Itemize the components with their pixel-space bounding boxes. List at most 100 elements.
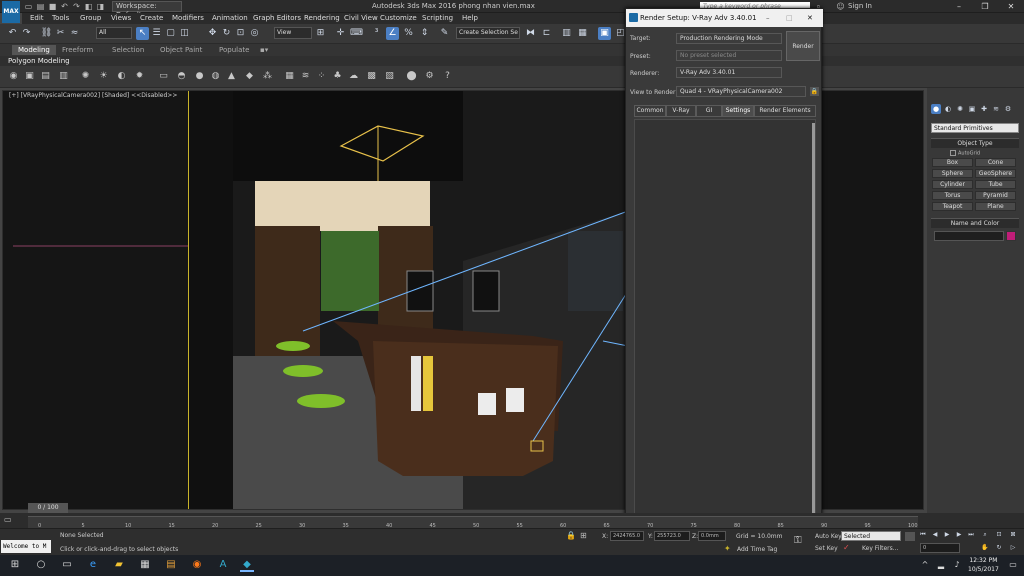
edit-named-selection-icon[interactable]: ✎ (438, 27, 451, 40)
go-to-end-icon[interactable]: ⏭ (966, 530, 976, 540)
absolute-mode-icon[interactable]: ⊞ (580, 531, 587, 540)
undo-icon[interactable]: ↶ (60, 2, 69, 11)
help-icon[interactable]: ? (442, 71, 453, 82)
space-warps-icon[interactable]: ≋ (991, 104, 1001, 114)
systems-icon[interactable]: ⚙ (1003, 104, 1013, 114)
y-coord-field[interactable]: 255723.0 (654, 531, 690, 541)
menu-group[interactable]: Group (80, 14, 101, 22)
fog-icon[interactable]: ☁ (348, 71, 359, 82)
object-type-header[interactable]: Object Type (931, 138, 1019, 148)
hold-icon[interactable]: ◧ (84, 2, 93, 11)
cameras-icon[interactable]: ▣ (967, 104, 977, 114)
close-icon[interactable]: ✕ (1002, 1, 1020, 12)
rectangular-selection-icon[interactable]: ▢ (164, 27, 177, 40)
dome-icon[interactable]: ◓ (176, 71, 187, 82)
cylinder-button[interactable]: Cylinder (932, 180, 973, 189)
named-selection-sets-dropdown[interactable]: Create Selection Se (456, 27, 520, 39)
plane-icon[interactable]: ▭ (158, 71, 169, 82)
tab-vray[interactable]: V-Ray (666, 105, 696, 117)
next-frame-icon[interactable]: ▶ (954, 530, 964, 540)
menu-views[interactable]: Views (111, 14, 131, 22)
menu-modifiers[interactable]: Modifiers (172, 14, 204, 22)
tab-freeform[interactable]: Freeform (62, 46, 93, 54)
task-view-icon[interactable]: ▭ (60, 558, 74, 572)
select-rotate-icon[interactable]: ↻ (220, 27, 233, 40)
align-icon[interactable]: ⊏ (540, 27, 553, 40)
app-icon[interactable]: A (216, 558, 230, 572)
grid-icon[interactable]: ▦ (284, 71, 295, 82)
settings-icon[interactable]: ⚙ (424, 71, 435, 82)
windows-start-icon[interactable]: ⊞ (8, 558, 22, 572)
tree-icon[interactable]: ♣ (332, 71, 343, 82)
displacement-icon[interactable]: ≋ (300, 71, 311, 82)
spinner-snap-icon[interactable]: ⇕ (418, 27, 431, 40)
file-explorer-icon[interactable]: ▰ (112, 558, 126, 572)
sphere-light-icon[interactable]: ● (194, 71, 205, 82)
menu-scripting[interactable]: Scripting (422, 14, 453, 22)
menu-customize[interactable]: Customize (380, 14, 417, 22)
dialog-minimize-icon[interactable]: – (766, 9, 770, 27)
field-of-view-icon[interactable]: ▷ (1008, 543, 1018, 553)
tab-settings[interactable]: Settings (722, 105, 754, 117)
3ds-max-taskbar-icon[interactable]: ◆ (240, 558, 254, 572)
pyramid-button[interactable]: Pyramid (975, 191, 1016, 200)
reference-coordinate-dropdown[interactable]: View (274, 27, 312, 39)
select-manipulate-icon[interactable]: ✛ (334, 27, 347, 40)
undo-icon[interactable]: ↶ (6, 27, 19, 40)
scatter-icon[interactable]: ⁘ (316, 71, 327, 82)
selection-filter-dropdown[interactable]: All (96, 27, 132, 39)
previous-frame-icon[interactable]: ◀ (930, 530, 940, 540)
light-icon[interactable]: ✺ (80, 71, 91, 82)
mini-curve-editor-icon[interactable]: ▭ (4, 515, 18, 526)
ribbon-options-icon[interactable]: ▪▾ (260, 46, 268, 54)
tab-selection[interactable]: Selection (112, 46, 144, 54)
menu-graph-editors[interactable]: Graph Editors (253, 14, 301, 22)
zoom-extents-icon[interactable]: ⊡ (994, 530, 1004, 540)
sign-in-link[interactable]: Sign In (848, 2, 872, 10)
settings-scrollbar[interactable] (812, 123, 815, 515)
angle-snap-icon[interactable]: ∠ (386, 27, 399, 40)
tab-modeling[interactable]: Modeling (12, 45, 56, 55)
percent-snap-icon[interactable]: % (402, 27, 415, 40)
menu-rendering[interactable]: Rendering (304, 14, 340, 22)
mirror-icon[interactable]: ⧓ (524, 27, 537, 40)
unlink-icon[interactable]: ✂ (54, 27, 67, 40)
key-filters-button[interactable]: Key Filters... (862, 545, 899, 552)
tab-render-elements[interactable]: Render Elements (754, 105, 816, 117)
notifications-icon[interactable]: ▭ (1006, 558, 1020, 572)
object-color-swatch[interactable] (1006, 231, 1016, 241)
go-to-start-icon[interactable]: ⏮ (918, 530, 928, 540)
bind-space-warp-icon[interactable]: ≈ (68, 27, 81, 40)
proxy-icon[interactable]: ◆ (244, 71, 255, 82)
minimize-icon[interactable]: – (950, 1, 968, 12)
select-by-name-icon[interactable]: ☰ (150, 27, 163, 40)
key-filter-icon[interactable]: ✓ (843, 543, 850, 552)
menu-create[interactable]: Create (140, 14, 163, 22)
network-icon[interactable]: ▂ (934, 558, 948, 572)
helpers-icon[interactable]: ✚ (979, 104, 989, 114)
user-icon[interactable]: ☺ (836, 2, 845, 11)
select-place-icon[interactable]: ◎ (248, 27, 261, 40)
sphere-button[interactable]: Sphere (932, 169, 973, 178)
object-name-field[interactable] (934, 231, 1004, 241)
tab-populate[interactable]: Populate (219, 46, 249, 54)
render-setup-icon[interactable]: ▣ (598, 27, 611, 40)
select-move-icon[interactable]: ✥ (206, 27, 219, 40)
save-file-icon[interactable]: ■ (48, 2, 57, 11)
store-icon[interactable]: ▦ (138, 558, 152, 572)
select-scale-icon[interactable]: ⊡ (234, 27, 247, 40)
name-and-color-header[interactable]: Name and Color (931, 218, 1019, 228)
window-crossing-icon[interactable]: ◫ (178, 27, 191, 40)
lights-icon[interactable]: ✺ (955, 104, 965, 114)
object-category-dropdown[interactable]: Standard Primitives (931, 123, 1019, 133)
play-icon[interactable]: ▶ (942, 530, 952, 540)
set-key-button[interactable]: Set Key (815, 545, 838, 552)
maximize-icon[interactable]: ❐ (976, 1, 994, 12)
layer-explorer-icon[interactable]: ▦ (576, 27, 589, 40)
lock-view-icon[interactable]: 🔒 (810, 87, 819, 96)
geosphere-button[interactable]: GeoSphere (975, 169, 1016, 178)
cone-button[interactable]: Cone (975, 158, 1016, 167)
create-panel-icon[interactable]: ● (931, 104, 941, 114)
sun-icon[interactable]: ☀ (98, 71, 109, 82)
menu-civil-view[interactable]: Civil View (344, 14, 378, 22)
